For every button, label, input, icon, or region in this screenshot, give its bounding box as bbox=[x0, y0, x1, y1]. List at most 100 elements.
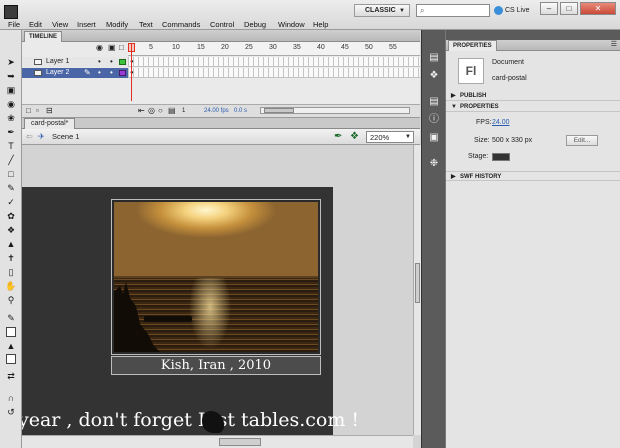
edit-bar: ⇦ ✈ Scene 1 ✒ ❖ 220% ▼ bbox=[22, 129, 420, 145]
components-icon[interactable]: ❉ bbox=[428, 158, 440, 170]
minimize-button[interactable]: – bbox=[540, 2, 558, 15]
scrollbar-thumb[interactable] bbox=[415, 263, 420, 303]
eyedropper-tool-icon[interactable]: ✝ bbox=[5, 252, 17, 264]
expand-triangle-icon: ▶ bbox=[451, 93, 456, 99]
pen-tool-icon[interactable]: ✒ bbox=[5, 126, 17, 138]
brush-tool-icon[interactable]: ✓ bbox=[5, 196, 17, 208]
edit-symbols-icon[interactable]: ❖ bbox=[350, 131, 359, 142]
hand-tool-icon[interactable]: ✋ bbox=[5, 280, 17, 292]
layer-row[interactable]: Layer 1 • • bbox=[22, 57, 128, 67]
visibility-dot-icon[interactable]: • bbox=[98, 57, 101, 67]
free-transform-tool-icon[interactable]: ▣ bbox=[5, 84, 17, 96]
stage[interactable]: Kish, Iran , 2010 year , don't forget In… bbox=[22, 187, 359, 435]
line-tool-icon[interactable]: ╱ bbox=[5, 154, 17, 166]
cs-live-button[interactable]: CS Live bbox=[494, 4, 534, 17]
selection-tool-icon[interactable]: ➤ bbox=[5, 56, 17, 68]
menu-file[interactable]: File bbox=[8, 20, 20, 30]
menu-help[interactable]: Help bbox=[313, 20, 328, 30]
banner-text[interactable]: year , don't forget Inst tables.com ! bbox=[22, 405, 359, 435]
frame-rate-readout[interactable]: 24.00 fps bbox=[204, 105, 229, 117]
motion-presets-icon[interactable]: ❖ bbox=[428, 70, 440, 82]
menu-commands[interactable]: Commands bbox=[162, 20, 200, 30]
lock-dot-icon[interactable]: • bbox=[110, 68, 113, 78]
document-tab[interactable]: card-postal* bbox=[24, 118, 76, 129]
menu-view[interactable]: View bbox=[52, 20, 68, 30]
stroke-color-icon[interactable]: ✎ bbox=[5, 312, 17, 324]
properties-section-header[interactable]: ▼ PROPERTIES bbox=[446, 102, 620, 112]
menu-control[interactable]: Control bbox=[210, 20, 234, 30]
photo-caption[interactable]: Kish, Iran , 2010 bbox=[111, 356, 321, 375]
stroke-color-swatch[interactable] bbox=[6, 327, 16, 337]
menu-text[interactable]: Text bbox=[139, 20, 153, 30]
timeline-scrollbar[interactable] bbox=[260, 107, 410, 114]
visibility-dot-icon[interactable]: • bbox=[98, 68, 101, 78]
new-layer-icon[interactable]: □ bbox=[26, 105, 31, 117]
fill-color-icon[interactable]: ▲ bbox=[5, 340, 17, 352]
fps-value[interactable]: 24.00 bbox=[492, 118, 510, 128]
3d-rotation-tool-icon[interactable]: ◉ bbox=[5, 98, 17, 110]
eraser-tool-icon[interactable]: ▯ bbox=[5, 266, 17, 278]
new-folder-icon[interactable]: ▫ bbox=[36, 105, 39, 117]
snap-to-objects-icon[interactable]: ∩ bbox=[5, 392, 17, 404]
photo-frame[interactable] bbox=[111, 199, 321, 355]
onion-outline-icon[interactable]: ○ bbox=[158, 105, 163, 117]
paint-bucket-tool-icon[interactable]: ▲ bbox=[5, 238, 17, 250]
layer-row-selected[interactable]: Layer 2 ✎ • • bbox=[22, 68, 128, 78]
zoom-select[interactable]: 220% ▼ bbox=[366, 131, 414, 143]
fill-color-swatch[interactable] bbox=[6, 354, 16, 364]
deco-tool-icon[interactable]: ✿ bbox=[5, 210, 17, 222]
stage-vertical-scrollbar[interactable] bbox=[413, 145, 421, 435]
transform-icon[interactable]: ▣ bbox=[428, 132, 440, 144]
library-icon[interactable]: ▤ bbox=[428, 52, 440, 64]
publish-section-header[interactable]: ▶ PUBLISH bbox=[446, 91, 620, 101]
center-frame-icon[interactable]: ⇤ bbox=[138, 105, 145, 117]
menu-debug[interactable]: Debug bbox=[244, 20, 266, 30]
bone-tool-icon[interactable]: ❖ bbox=[5, 224, 17, 236]
pasteboard[interactable]: Kish, Iran , 2010 year , don't forget In… bbox=[22, 145, 413, 435]
onion-skin-icon[interactable]: ◎ bbox=[148, 105, 155, 117]
stage-color-swatch[interactable] bbox=[492, 153, 510, 161]
text-tool-icon[interactable]: T bbox=[5, 140, 17, 152]
edit-multiple-frames-icon[interactable]: ▤ bbox=[168, 105, 176, 117]
frame-ruler[interactable]: 5 10 15 20 25 30 35 40 45 50 55 bbox=[128, 42, 420, 56]
close-button[interactable]: ✕ bbox=[580, 2, 616, 15]
frame-row[interactable]: ● bbox=[128, 68, 420, 78]
lock-dot-icon[interactable]: • bbox=[110, 57, 113, 67]
maximize-button[interactable]: □ bbox=[560, 2, 578, 15]
frame-number: 5 bbox=[149, 44, 153, 51]
stage-horizontal-scrollbar[interactable] bbox=[22, 435, 413, 448]
playhead[interactable] bbox=[131, 43, 132, 101]
frame-row[interactable]: ● bbox=[128, 57, 420, 67]
menu-modify[interactable]: Modify bbox=[106, 20, 128, 30]
scrollbar-thumb[interactable] bbox=[219, 438, 261, 446]
lasso-tool-icon[interactable]: ❀ bbox=[5, 112, 17, 124]
zoom-tool-icon[interactable]: ⚲ bbox=[5, 294, 17, 306]
rectangle-tool-icon[interactable]: □ bbox=[5, 168, 17, 180]
workspace-switcher[interactable]: CLASSIC ▼ bbox=[354, 4, 410, 17]
panel-menu-icon[interactable]: ☰ bbox=[611, 40, 617, 48]
swf-history-section-header[interactable]: ▶ SWF HISTORY bbox=[446, 171, 620, 181]
delete-layer-icon[interactable]: ⊟ bbox=[46, 105, 53, 117]
edit-scene-icon[interactable]: ✒ bbox=[334, 131, 342, 142]
pencil-tool-icon[interactable]: ✎ bbox=[5, 182, 17, 194]
timeline-tab[interactable]: TIMELINE bbox=[24, 31, 62, 42]
align-icon[interactable]: ▤ bbox=[428, 96, 440, 108]
menu-window[interactable]: Window bbox=[278, 20, 305, 30]
scrollbar-thumb[interactable] bbox=[264, 108, 294, 113]
properties-tab[interactable]: PROPERTIES bbox=[448, 40, 497, 51]
lock-icon[interactable]: ▣ bbox=[108, 43, 116, 52]
info-icon[interactable]: ⓘ bbox=[428, 114, 440, 126]
outline-icon[interactable]: □ bbox=[119, 43, 124, 52]
workspace-label: CLASSIC bbox=[365, 7, 396, 14]
swap-colors-icon[interactable]: ⇄ bbox=[5, 370, 17, 382]
outline-color-icon[interactable] bbox=[119, 70, 126, 76]
smooth-option-icon[interactable]: ↺ bbox=[5, 406, 17, 418]
help-search-input[interactable]: ⌕ bbox=[416, 4, 490, 17]
edit-size-button[interactable]: Edit... bbox=[566, 135, 598, 146]
menu-edit[interactable]: Edit bbox=[29, 20, 42, 30]
menu-insert[interactable]: Insert bbox=[77, 20, 96, 30]
back-arrow-icon[interactable]: ⇦ bbox=[26, 132, 33, 141]
outline-color-icon[interactable] bbox=[119, 59, 126, 65]
eye-icon[interactable]: ◉ bbox=[96, 43, 103, 52]
subselection-tool-icon[interactable]: ➥ bbox=[5, 70, 17, 82]
